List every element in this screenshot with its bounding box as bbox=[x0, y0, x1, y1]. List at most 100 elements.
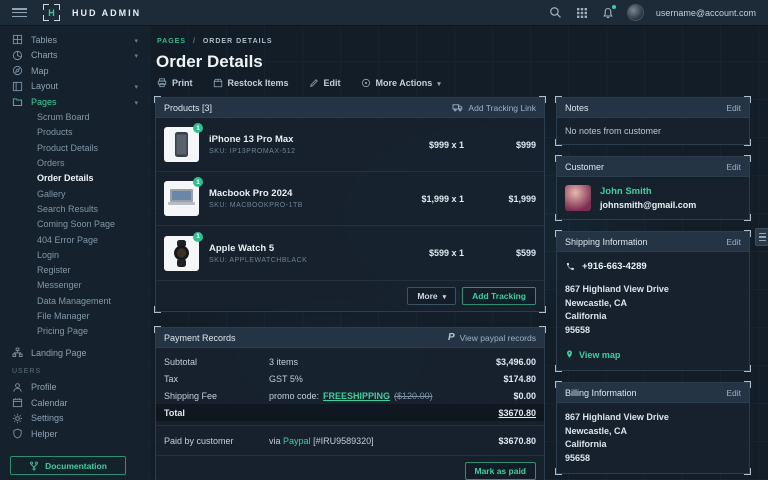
sidebar-item-scrum-board[interactable]: Scrum Board bbox=[0, 110, 150, 125]
product-row[interactable]: 1 iPhone 13 Pro Max SKU: IP13PROMAX-512 … bbox=[156, 118, 544, 172]
products-panel: Products [3] Add Tracking Link 1 iPhone … bbox=[155, 97, 545, 312]
brand-name: HUD ADMIN bbox=[72, 8, 141, 18]
notes-edit-button[interactable]: Edit bbox=[726, 103, 741, 113]
topbar: H HUD ADMIN username@account.com bbox=[0, 0, 768, 26]
add-tracking-button[interactable]: Add Tracking bbox=[462, 287, 536, 305]
sidebar-section-users: Users bbox=[0, 360, 150, 379]
sidebar-item-charts[interactable]: Charts bbox=[0, 48, 150, 64]
old-shipping-amount: ($120.00) bbox=[394, 391, 433, 401]
chevron-down-icon bbox=[443, 291, 447, 301]
user-email[interactable]: username@account.com bbox=[656, 8, 756, 18]
sidebar-item-gallery[interactable]: Gallery bbox=[0, 186, 150, 201]
app-logo[interactable]: H bbox=[43, 4, 60, 21]
chevron-down-icon bbox=[437, 78, 441, 88]
map-pin-icon bbox=[565, 349, 574, 360]
sidebar-item-data-management[interactable]: Data Management bbox=[0, 293, 150, 308]
payment-row-subtotal: Subtotal 3 items $3,496.00 bbox=[156, 353, 544, 370]
circle-icon bbox=[361, 78, 371, 88]
sidebar-item-helper[interactable]: Helper bbox=[0, 426, 150, 442]
chevron-down-icon bbox=[134, 97, 138, 107]
sidebar: Tables Charts Map Layout Pages Scrum Boa… bbox=[0, 26, 150, 480]
apps-grid-icon[interactable] bbox=[575, 6, 589, 20]
documentation-button[interactable]: Documentation bbox=[10, 456, 126, 475]
sidebar-item-tables[interactable]: Tables bbox=[0, 32, 150, 48]
user-avatar[interactable] bbox=[627, 4, 644, 21]
sidebar-item-messenger[interactable]: Messenger bbox=[0, 278, 150, 293]
chevron-down-icon bbox=[134, 50, 138, 60]
sidebar-item-coming-soon[interactable]: Coming Soon Page bbox=[0, 217, 150, 232]
gear-icon bbox=[12, 413, 23, 424]
iphone-image bbox=[164, 127, 199, 162]
paypal-link[interactable]: Paypal bbox=[283, 436, 311, 446]
sidebar-item-products[interactable]: Products bbox=[0, 125, 150, 140]
product-thumbnail: 1 bbox=[164, 236, 199, 271]
sidebar-item-search-results[interactable]: Search Results bbox=[0, 201, 150, 216]
sidebar-item-404[interactable]: 404 Error Page bbox=[0, 232, 150, 247]
compass-icon bbox=[12, 65, 23, 76]
search-icon[interactable] bbox=[549, 6, 563, 20]
main-content: PAGES / ORDER DETAILS Order Details Prin… bbox=[150, 26, 768, 480]
macbook-image bbox=[164, 181, 199, 216]
sidebar-item-pages[interactable]: Pages bbox=[0, 94, 150, 110]
product-thumbnail: 1 bbox=[164, 127, 199, 162]
sidebar-item-pricing-page[interactable]: Pricing Page bbox=[0, 324, 150, 339]
customer-name[interactable]: John Smith bbox=[600, 186, 696, 197]
sidebar-item-settings[interactable]: Settings bbox=[0, 410, 150, 426]
shipping-phone: +916-663-4289 bbox=[582, 261, 647, 272]
view-map-link[interactable]: View map bbox=[565, 349, 741, 360]
billing-edit-button[interactable]: Edit bbox=[726, 388, 741, 398]
sidebar-item-orders[interactable]: Orders bbox=[0, 155, 150, 170]
add-tracking-link-button[interactable]: Add Tracking Link bbox=[452, 103, 536, 113]
calendar-icon bbox=[12, 397, 23, 408]
quantity-badge: 1 bbox=[193, 177, 203, 187]
shipping-edit-button[interactable]: Edit bbox=[726, 237, 741, 247]
mark-as-paid-button[interactable]: Mark as paid bbox=[465, 462, 537, 480]
customer-title: Customer bbox=[565, 162, 604, 172]
print-button[interactable]: Print bbox=[157, 78, 193, 88]
customer-edit-button[interactable]: Edit bbox=[726, 162, 741, 172]
pie-chart-icon bbox=[12, 50, 23, 61]
menu-toggle-icon[interactable] bbox=[12, 8, 27, 17]
sidebar-item-calendar[interactable]: Calendar bbox=[0, 395, 150, 411]
shield-icon bbox=[12, 428, 23, 439]
breadcrumb: PAGES / ORDER DETAILS bbox=[157, 38, 762, 45]
sidebar-item-order-details[interactable]: Order Details bbox=[0, 171, 150, 186]
sidebar-item-product-details[interactable]: Product Details bbox=[0, 140, 150, 155]
product-row[interactable]: 1 Macbook Pro 2024 SKU: MACBOOKPRO-1TB $… bbox=[156, 172, 544, 226]
notes-body: No notes from customer bbox=[557, 118, 749, 144]
payment-row-tax: Tax GST 5% $174.80 bbox=[156, 370, 544, 387]
product-price-qty: $999 x 1 bbox=[369, 140, 464, 150]
sidebar-item-register[interactable]: Register bbox=[0, 262, 150, 277]
promo-code-link[interactable]: FREESHIPPING bbox=[323, 391, 390, 401]
restock-items-button[interactable]: Restock Items bbox=[213, 78, 289, 88]
customer-panel: Customer Edit John Smith johnsmith@gmail… bbox=[556, 156, 750, 220]
sidebar-item-layout[interactable]: Layout bbox=[0, 79, 150, 95]
product-row[interactable]: 1 Apple Watch 5 SKU: APPLEWATCHBLACK $59… bbox=[156, 226, 544, 280]
sidebar-item-landing-page[interactable]: Landing Page bbox=[0, 345, 150, 361]
billing-title: Billing Information bbox=[565, 388, 637, 398]
sitemap-icon bbox=[12, 347, 23, 358]
product-name: iPhone 13 Pro Max bbox=[209, 134, 369, 145]
edit-button[interactable]: Edit bbox=[309, 78, 341, 88]
chevron-down-icon bbox=[134, 35, 138, 45]
sidebar-item-profile[interactable]: Profile bbox=[0, 379, 150, 395]
page-title: Order Details bbox=[156, 52, 762, 72]
notes-panel: Notes Edit No notes from customer bbox=[556, 97, 750, 145]
customizer-toggle[interactable] bbox=[755, 228, 768, 246]
sidebar-item-file-manager[interactable]: File Manager bbox=[0, 308, 150, 323]
product-thumbnail: 1 bbox=[164, 181, 199, 216]
more-actions-button[interactable]: More Actions bbox=[361, 78, 441, 88]
breadcrumb-pages[interactable]: PAGES bbox=[157, 38, 186, 45]
notifications-bell-icon[interactable] bbox=[601, 6, 615, 20]
product-name: Apple Watch 5 bbox=[209, 243, 369, 254]
printer-icon bbox=[157, 78, 167, 88]
product-sku: SKU: MACBOOKPRO-1TB bbox=[209, 202, 369, 209]
product-total: $999 bbox=[464, 140, 536, 150]
pencil-icon bbox=[309, 78, 319, 88]
sidebar-item-login[interactable]: Login bbox=[0, 247, 150, 262]
notes-title: Notes bbox=[565, 103, 589, 113]
view-paypal-records-button[interactable]: P View paypal records bbox=[448, 332, 536, 343]
folder-icon bbox=[12, 96, 23, 107]
more-button[interactable]: More bbox=[407, 287, 456, 305]
sidebar-item-map[interactable]: Map bbox=[0, 63, 150, 79]
